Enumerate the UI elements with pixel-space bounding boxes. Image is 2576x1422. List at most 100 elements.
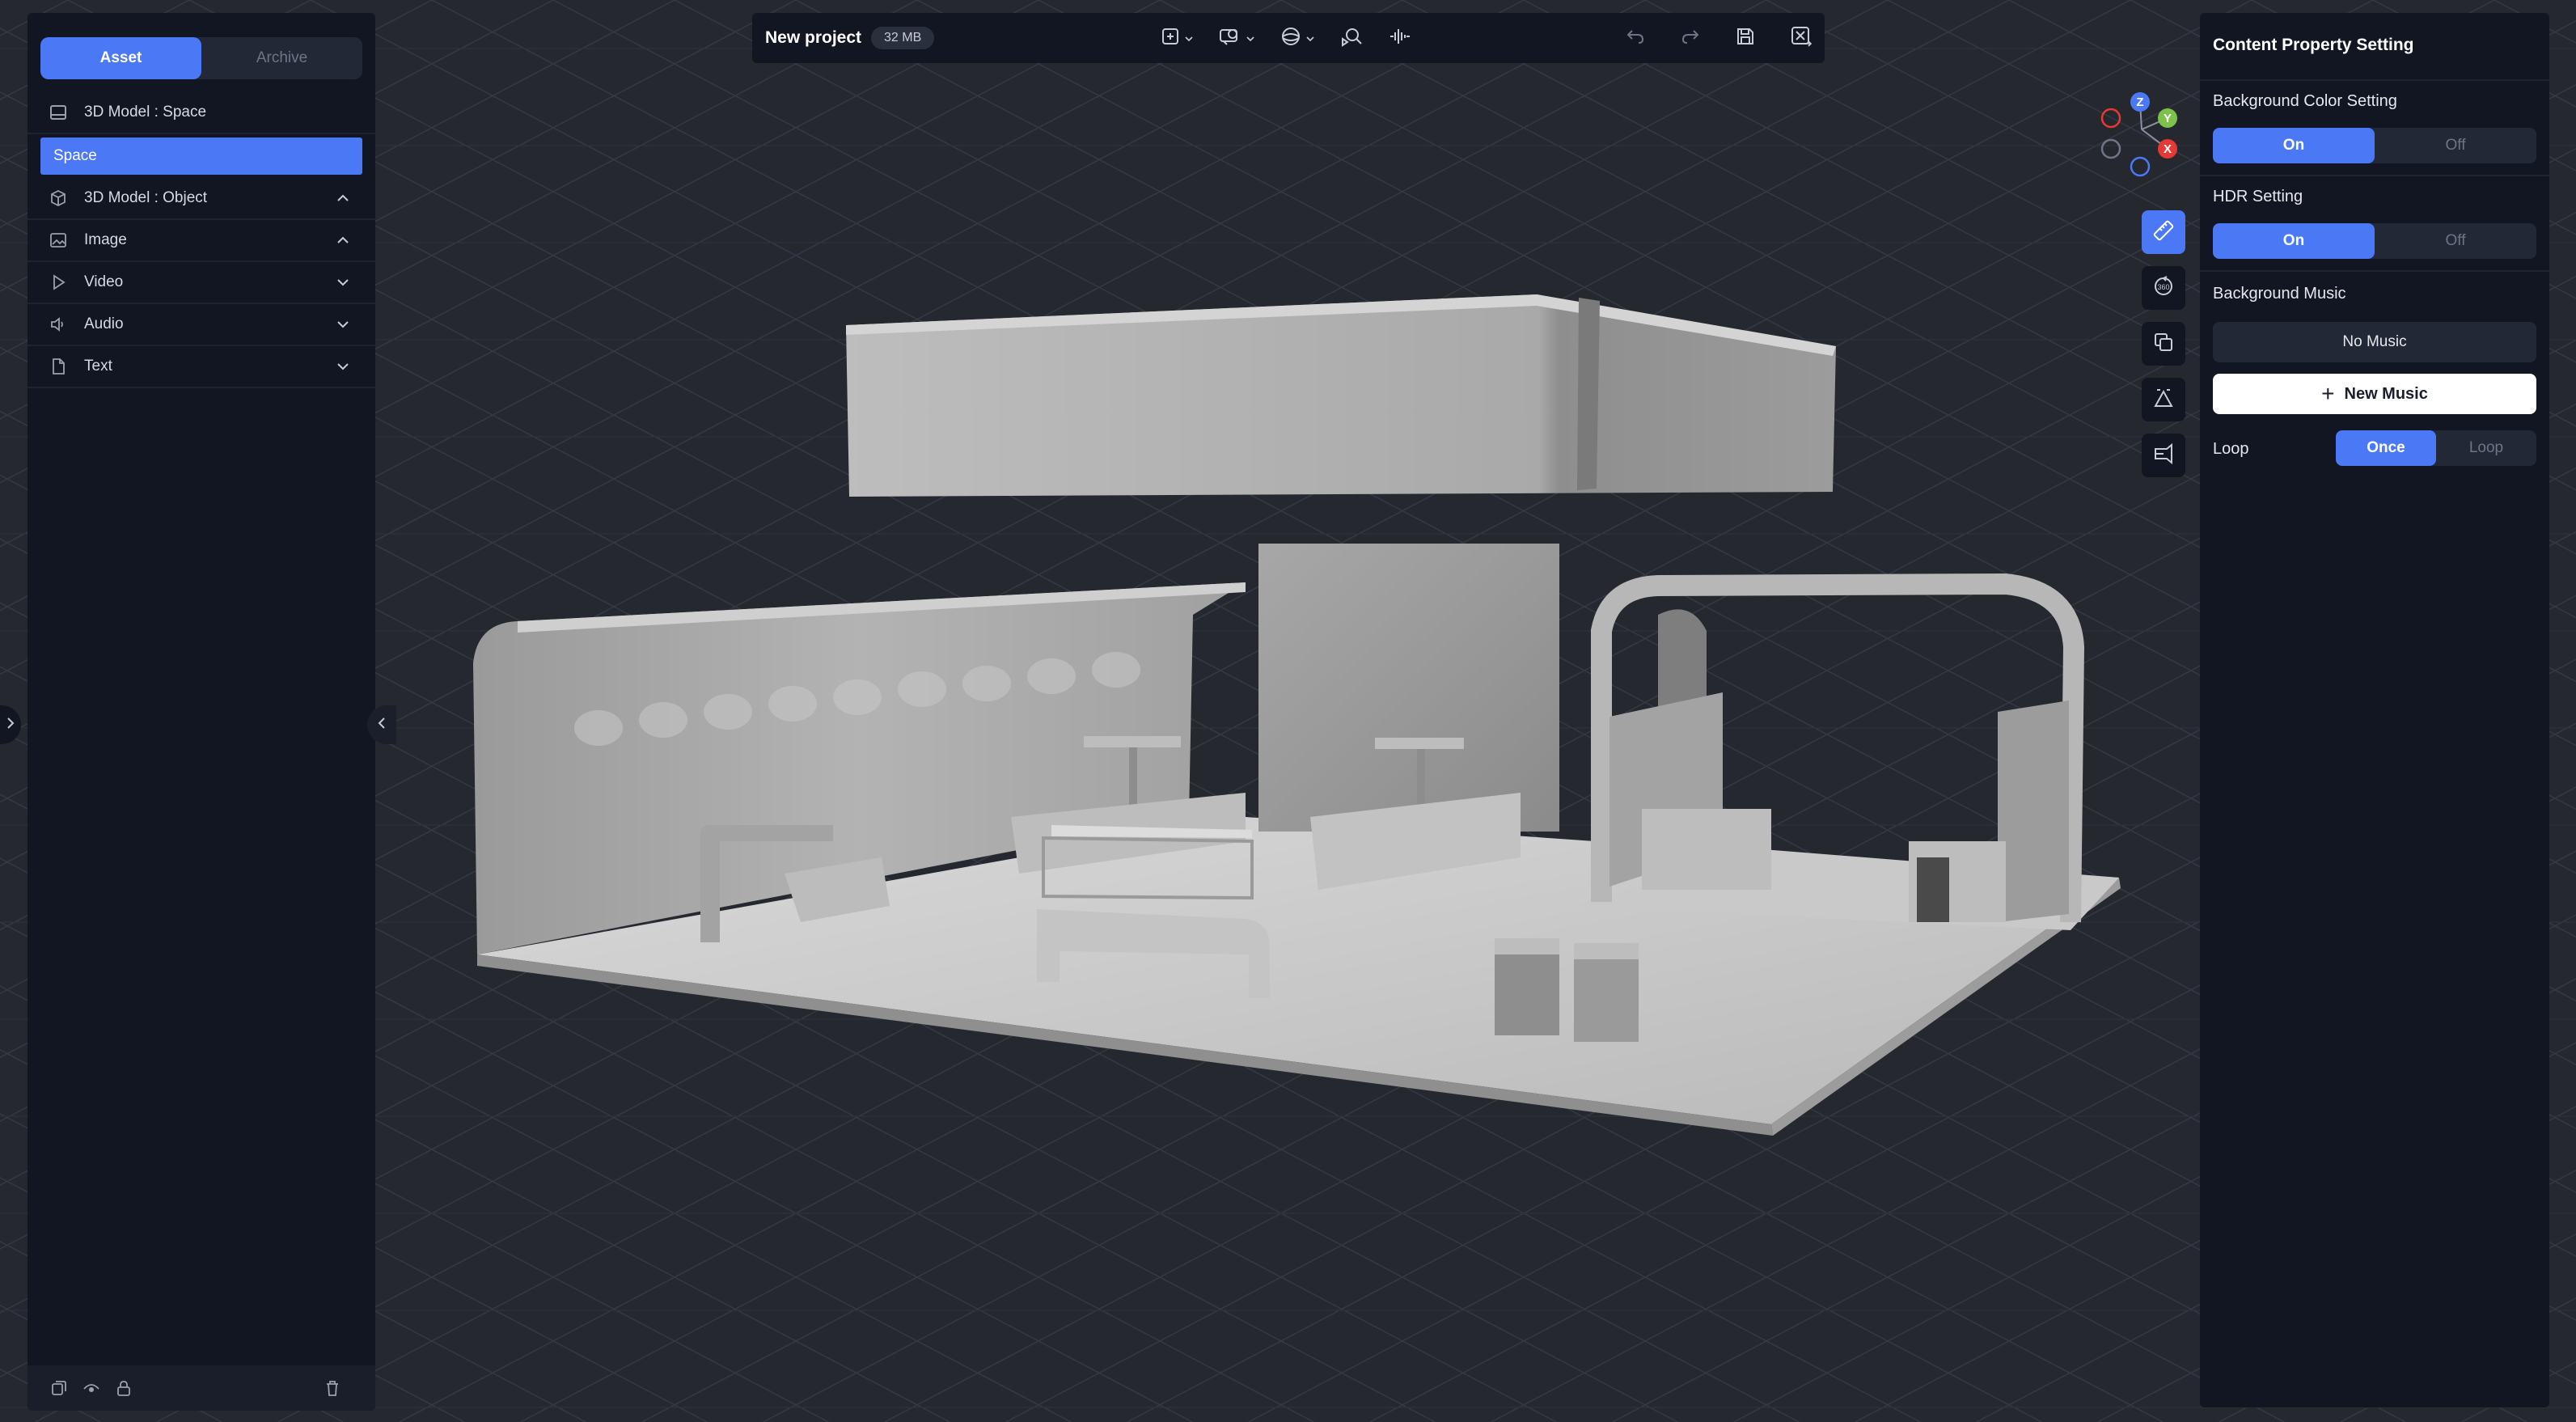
undo-icon <box>1626 27 1645 50</box>
ruler-button[interactable] <box>2142 210 2185 254</box>
project-name[interactable]: New project <box>765 28 861 48</box>
new-music-label: New Music <box>2344 384 2428 403</box>
save-button[interactable] <box>1736 22 1755 54</box>
copy-icon[interactable] <box>49 1378 70 1399</box>
svg-text:360: 360 <box>2157 283 2169 291</box>
environment-button[interactable] <box>1280 22 1314 54</box>
viewport-tools: 360 <box>2142 210 2185 489</box>
chevron-down-icon <box>1185 31 1193 45</box>
divider <box>2200 79 2549 81</box>
space-icon <box>49 103 68 122</box>
chevron-up-icon[interactable] <box>335 232 351 248</box>
tree-text[interactable]: Text <box>27 346 375 388</box>
app-window: Asset Archive 3D Model : Space Space 3D … <box>0 0 2576 1422</box>
tree-label: 3D Model : Object <box>84 189 208 206</box>
asset-tree: 3D Model : Space Space 3D Model : Object… <box>27 92 375 388</box>
chevron-up-icon[interactable] <box>335 190 351 206</box>
tree-audio[interactable]: Audio <box>27 304 375 346</box>
negative-y-handle[interactable] <box>2100 138 2121 159</box>
rotate-360-icon: 360 <box>2152 275 2175 302</box>
background-color-off[interactable]: Off <box>2375 128 2536 163</box>
redo-button[interactable] <box>1681 22 1700 54</box>
speaker-icon <box>49 315 68 334</box>
waveform-button[interactable] <box>1389 22 1411 54</box>
camera-button[interactable] <box>2142 434 2185 477</box>
undo-button[interactable] <box>1626 22 1645 54</box>
hdr-on[interactable]: On <box>2213 223 2375 259</box>
property-panel: Content Property Setting Background Colo… <box>2200 13 2549 1407</box>
arch-booth-model[interactable] <box>1571 573 2119 930</box>
exit-button[interactable] <box>1791 22 1813 54</box>
loop-repeat[interactable]: Loop <box>2436 430 2536 466</box>
negative-z-handle[interactable] <box>2130 156 2151 177</box>
scale-icon <box>2152 387 2175 413</box>
asset-archive-toggle: Asset Archive <box>40 37 362 79</box>
loop-toggle: Once Loop <box>2336 430 2536 466</box>
tree-label: Audio <box>84 315 124 332</box>
duplicate-button[interactable] <box>2142 322 2185 366</box>
add-button[interactable] <box>1161 22 1193 54</box>
z-axis-label: Z <box>2136 95 2143 109</box>
add-icon <box>1161 27 1180 50</box>
background-color-on[interactable]: On <box>2213 128 2375 163</box>
tree-label: Space <box>53 147 97 164</box>
hdr-toggle: On Off <box>2213 223 2536 259</box>
x-axis-label: X <box>2164 142 2172 156</box>
inspect-icon <box>1340 26 1363 51</box>
background-color-label: Background Color Setting <box>2213 92 2397 110</box>
background-color-toggle: On Off <box>2213 128 2536 163</box>
background-music-label: Background Music <box>2213 285 2346 303</box>
negative-x-handle[interactable] <box>2100 108 2121 129</box>
redo-icon <box>1681 27 1700 50</box>
lock-icon[interactable] <box>113 1378 134 1399</box>
tree-label: Video <box>84 273 124 290</box>
camera-view-button[interactable] <box>1219 22 1254 54</box>
y-axis-label: Y <box>2164 112 2172 125</box>
display-panel-model[interactable] <box>1258 544 1559 832</box>
save-icon <box>1736 27 1755 50</box>
loop-label: Loop <box>2213 440 2249 458</box>
project-size-badge: 32 MB <box>871 27 935 49</box>
chevron-down-icon[interactable] <box>335 316 351 332</box>
camera-icon <box>2152 442 2175 469</box>
left-panel-footer <box>27 1365 375 1411</box>
current-music-field[interactable]: No Music <box>2213 322 2536 362</box>
trash-icon[interactable] <box>322 1378 343 1399</box>
chevron-left-icon <box>378 717 386 734</box>
axis-gizmo[interactable]: Z Y X <box>2095 89 2192 178</box>
rotate-360-button[interactable]: 360 <box>2142 266 2185 310</box>
scale-button[interactable] <box>2142 378 2185 421</box>
tab-asset[interactable]: Asset <box>40 37 201 79</box>
chevron-down-icon <box>1246 31 1254 45</box>
top-actions <box>1590 22 1813 54</box>
ceiling-model[interactable] <box>846 294 1836 497</box>
loop-once[interactable]: Once <box>2336 430 2436 466</box>
duplicate-icon <box>2152 331 2175 358</box>
tree-image[interactable]: Image <box>27 220 375 262</box>
tree-label: 3D Model : Space <box>84 104 207 121</box>
chevron-down-icon[interactable] <box>335 274 351 290</box>
play-icon <box>49 273 68 292</box>
tab-archive[interactable]: Archive <box>201 37 362 79</box>
tree-3d-model-space[interactable]: 3D Model : Space <box>27 92 375 134</box>
tree-item-space[interactable]: Space <box>40 138 362 175</box>
new-music-button[interactable]: + New Music <box>2213 374 2536 414</box>
waveform-icon <box>1389 27 1411 50</box>
eye-icon[interactable] <box>81 1378 102 1399</box>
camera-view-icon <box>1219 27 1241 50</box>
tree-video[interactable]: Video <box>27 262 375 304</box>
hdr-label: HDR Setting <box>2213 188 2303 205</box>
plus-icon: + <box>2321 381 2335 406</box>
left-panel: Asset Archive 3D Model : Space Space 3D … <box>27 13 375 1411</box>
chevron-right-icon <box>6 717 15 734</box>
tree-label: Text <box>84 358 112 375</box>
panel-title: Content Property Setting <box>2213 36 2414 54</box>
inspect-button[interactable] <box>1340 22 1363 54</box>
cube-icon <box>49 188 68 208</box>
divider <box>2200 175 2549 176</box>
tree-3d-model-object[interactable]: 3D Model : Object <box>27 178 375 220</box>
hdr-off[interactable]: Off <box>2375 223 2536 259</box>
chevron-down-icon <box>1306 31 1314 45</box>
exit-icon <box>1791 26 1813 51</box>
chevron-down-icon[interactable] <box>335 358 351 375</box>
